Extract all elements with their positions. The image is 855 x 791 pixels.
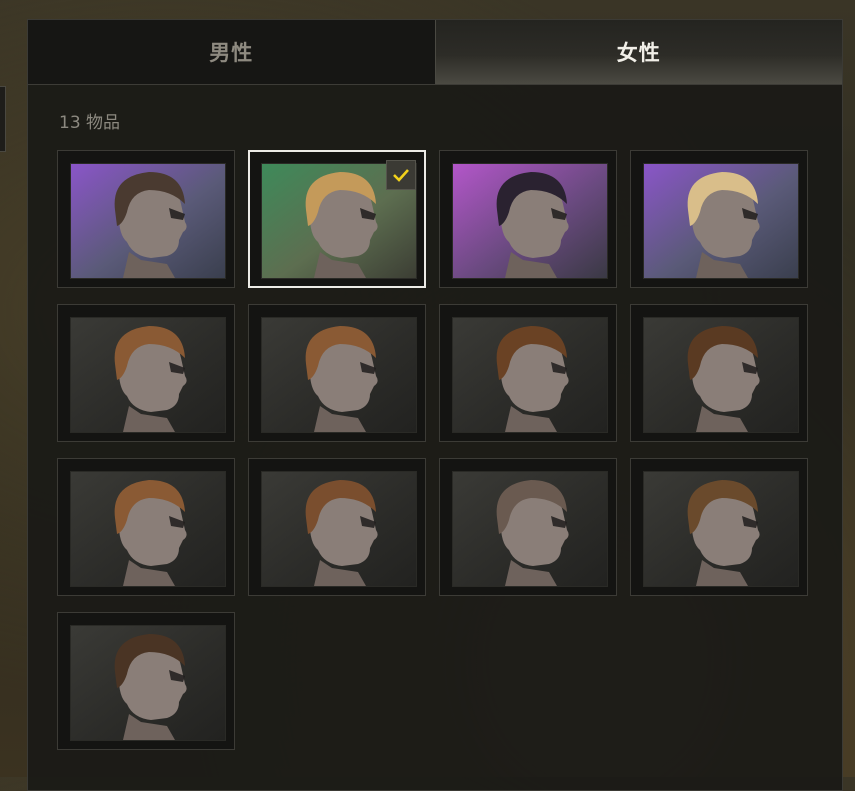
hairstyle-thumbnail	[70, 163, 226, 279]
tab-female[interactable]: 女性	[434, 20, 842, 84]
hairstyle-card-side-shave[interactable]	[57, 458, 235, 596]
hairstyle-card-curly-short[interactable]	[439, 304, 617, 442]
hairstyle-thumbnail	[643, 471, 799, 587]
hairstyle-thumbnail	[643, 317, 799, 433]
hairstyle-thumbnail	[70, 471, 226, 587]
hairstyle-card-dark-purple-bob[interactable]	[439, 150, 617, 288]
hairstyle-thumbnail	[452, 163, 608, 279]
hairstyle-card-wavy-bob[interactable]	[248, 458, 426, 596]
hairstyle-card-brown-ponytail[interactable]	[248, 304, 426, 442]
hairstyle-thumbnail	[261, 317, 417, 433]
side-panel-handle[interactable]	[0, 86, 6, 152]
hairstyle-thumbnail	[261, 471, 417, 587]
item-count: 13 物品	[59, 113, 121, 133]
hairstyle-thumbnail	[643, 163, 799, 279]
hairstyle-card-blonde-ponytail[interactable]	[248, 150, 426, 288]
hairstyle-card-slicked-back[interactable]	[630, 458, 808, 596]
hairstyle-card-undercut-short[interactable]	[57, 612, 235, 750]
hairstyle-panel: 男性 女性 13 物品	[27, 19, 843, 791]
gender-tabs: 男性 女性	[28, 20, 842, 85]
hairstyle-thumbnail	[452, 471, 608, 587]
checkmark-icon	[386, 160, 416, 190]
hairstyle-card-braided-hair[interactable]	[57, 150, 235, 288]
hairstyle-thumbnail	[452, 317, 608, 433]
hairstyle-thumbnail	[70, 625, 226, 741]
hairstyle-card-brown-bob[interactable]	[57, 304, 235, 442]
hairstyle-card-curly-long[interactable]	[630, 304, 808, 442]
hairstyle-card-buzz-cut[interactable]	[439, 458, 617, 596]
hairstyle-card-blonde-bob[interactable]	[630, 150, 808, 288]
hairstyle-thumbnail	[70, 317, 226, 433]
tab-male[interactable]: 男性	[28, 20, 435, 84]
